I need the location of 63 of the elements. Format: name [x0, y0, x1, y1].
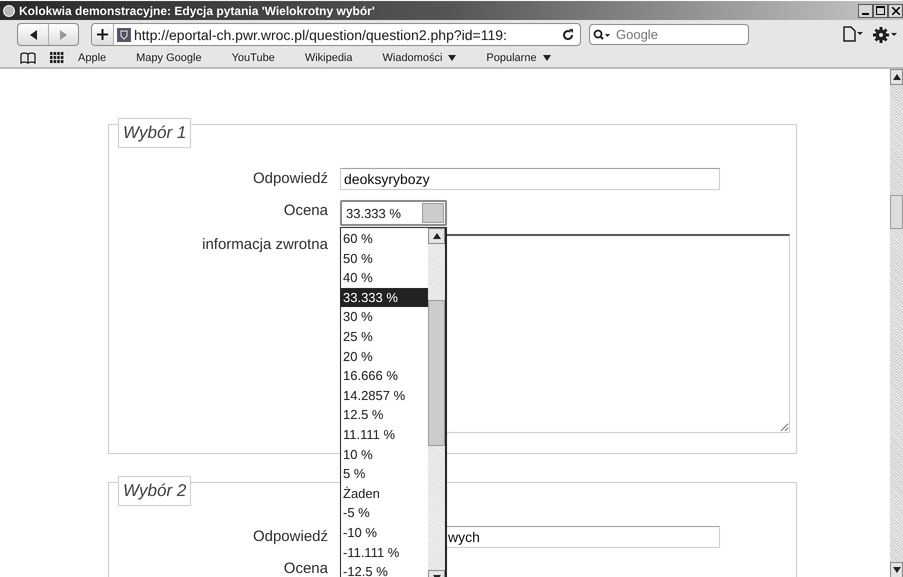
grid-icon[interactable]	[50, 52, 64, 64]
settings-icon[interactable]	[873, 26, 897, 44]
dropdown-option[interactable]: 50 %	[341, 248, 428, 268]
search-field[interactable]: Google	[589, 24, 749, 45]
reload-icon[interactable]	[560, 26, 576, 42]
dropdown-option[interactable]: 10 %	[341, 444, 428, 464]
group-legend: Wybór 2	[118, 476, 192, 506]
dropdown-option[interactable]: 11.111 %	[341, 424, 428, 445]
scroll-thumb[interactable]	[428, 300, 445, 446]
dropdown-scrollbar[interactable]	[428, 228, 445, 577]
bookmark-link[interactable]: Wiadomości	[382, 52, 456, 64]
dropdown-option[interactable]: 12.5 %	[341, 405, 428, 425]
bookmark-link[interactable]: YouTube	[232, 52, 275, 64]
address-bar[interactable]: http://eportal-ch.pwr.wroc.pl/question/question2.php?id=119:	[91, 23, 581, 46]
dropdown-option[interactable]: 30 %	[341, 307, 428, 327]
bookmark-link[interactable]: Popularne	[486, 52, 551, 64]
dropdown-option[interactable]: Żaden	[341, 484, 428, 504]
shield-icon	[117, 28, 131, 42]
maximize-icon	[876, 6, 885, 15]
up-arrow-icon	[892, 74, 900, 80]
field-label: informacja zwrotna	[201, 235, 328, 255]
dropdown-option[interactable]: 16.666 %	[341, 366, 428, 386]
field-label: Ocena	[282, 559, 328, 577]
bookmark-link[interactable]: Apple	[78, 52, 106, 64]
plus-icon	[97, 29, 108, 40]
dropdown-option[interactable]: -5 %	[341, 503, 428, 523]
dropdown-option[interactable]: -12.5 %	[341, 562, 428, 577]
url-text: http://eportal-ch.pwr.wroc.pl/question/question2.php?id=119:	[134, 26, 508, 42]
dropdown-option[interactable]: 40 %	[341, 268, 428, 288]
bookmark-link[interactable]: Mapy Google	[136, 52, 202, 64]
close-button[interactable]	[888, 4, 903, 18]
close-icon	[892, 6, 900, 14]
search-icon	[593, 29, 611, 41]
field-label: Odpowiedź	[252, 169, 328, 189]
dropdown-option[interactable]: 14.2857 %	[341, 386, 428, 406]
window-title: Kolokwia demonstracyjne: Edycja pytania 'Wielokrotny wybór'	[19, 4, 376, 18]
grade-select[interactable]: 33.333 %	[340, 200, 447, 226]
scroll-up-button[interactable]	[890, 69, 903, 85]
dropdown-option[interactable]: 20 %	[341, 346, 428, 366]
add-bookmark-button[interactable]	[92, 24, 114, 45]
minimize-button[interactable]	[858, 4, 873, 18]
back-arrow-icon	[30, 30, 36, 40]
globe-icon	[3, 4, 15, 16]
page-scrollbar[interactable]	[890, 69, 903, 577]
dropdown-option[interactable]: 60 %	[341, 229, 428, 249]
forward-arrow-icon	[60, 30, 67, 40]
group-legend: Wybór 1	[118, 118, 192, 148]
answer-field[interactable]: deoksyrybozy	[340, 168, 720, 190]
scroll-down-button[interactable]	[890, 562, 903, 577]
maximize-button[interactable]	[873, 4, 888, 18]
up-arrow-icon	[432, 233, 440, 239]
dropdown-option[interactable]: 33.333 %	[341, 288, 428, 308]
down-arrow-icon	[892, 567, 900, 573]
book-icon[interactable]	[20, 52, 36, 64]
bookmark-link[interactable]: Wikipedia	[304, 52, 352, 64]
scroll-thumb[interactable]	[890, 195, 903, 229]
dropdown-option[interactable]: 5 %	[341, 464, 428, 484]
minimize-icon	[862, 12, 869, 14]
dropdown-option[interactable]: 25 %	[341, 326, 428, 347]
scroll-up-button[interactable]	[428, 228, 445, 244]
page-menu-icon[interactable]	[843, 26, 863, 42]
field-label: Odpowiedź	[252, 527, 328, 547]
field-label: Ocena	[282, 201, 328, 221]
